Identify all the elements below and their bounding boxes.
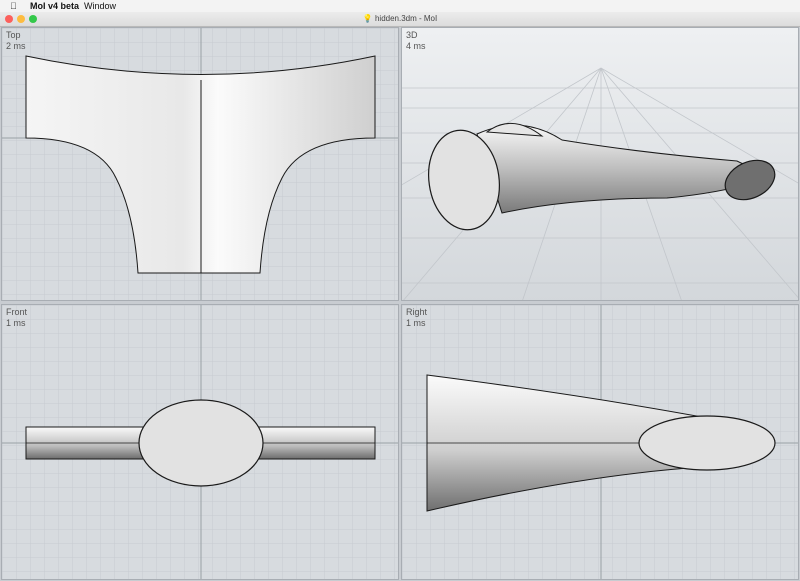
render-time-label: 1 ms: [406, 318, 426, 328]
front-view-canvas[interactable]: [2, 305, 399, 580]
zoom-button[interactable]: [29, 15, 37, 23]
viewport-top[interactable]: Top 2 ms: [1, 27, 399, 301]
viewport-name-label: Right: [406, 307, 428, 317]
apple-logo-icon[interactable]: : [10, 0, 17, 12]
viewport-right[interactable]: Right 1 ms: [401, 304, 799, 580]
minimize-button[interactable]: [17, 15, 25, 23]
viewport-name-label: 3D: [406, 30, 418, 40]
top-view-canvas[interactable]: [2, 28, 399, 301]
lightbulb-icon: 💡: [362, 14, 373, 23]
render-time-label: 2 ms: [6, 41, 26, 51]
viewport-name-label: Front: [6, 307, 28, 317]
window-titlebar: 💡 hidden.3dm - MoI: [0, 12, 800, 27]
window-title: hidden.3dm - MoI: [374, 14, 438, 23]
render-time-label: 4 ms: [406, 41, 426, 51]
viewport-front[interactable]: Front 1 ms: [1, 304, 399, 580]
app-menu[interactable]: MoI v4 beta: [30, 0, 79, 12]
right-view-canvas[interactable]: [402, 305, 799, 580]
3d-view-canvas[interactable]: [402, 28, 799, 301]
menu-bar:  MoI v4 beta Window: [0, 0, 800, 12]
render-time-label: 1 ms: [6, 318, 26, 328]
viewport-name-label: Top: [6, 30, 21, 40]
window-menu[interactable]: Window: [84, 0, 116, 12]
viewport-3d[interactable]: 3D 4 ms: [401, 27, 799, 301]
close-button[interactable]: [5, 15, 13, 23]
